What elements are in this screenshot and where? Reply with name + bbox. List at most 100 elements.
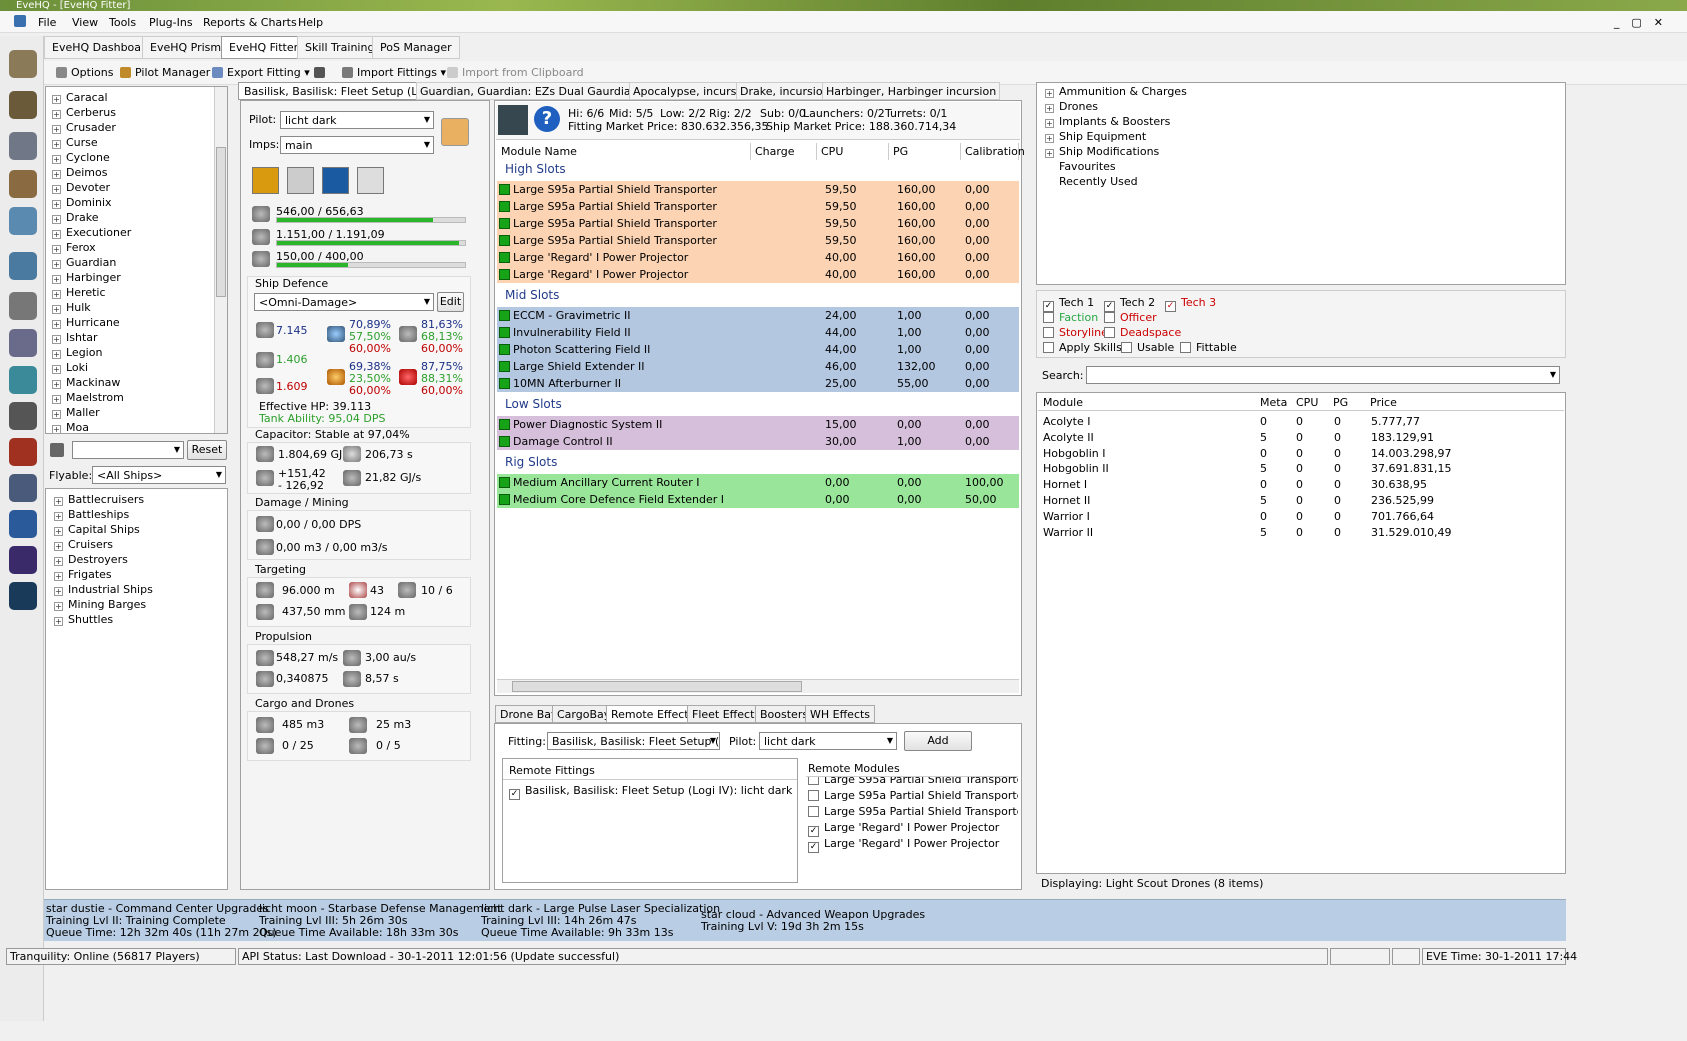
class-tree-item[interactable]: + Frigates [54, 567, 227, 582]
list-col-meta[interactable]: Meta [1260, 396, 1287, 409]
tab-fleet-effects[interactable]: Fleet Effects [687, 705, 766, 723]
module-row[interactable]: Large S95a Partial Shield Transporter 59,… [497, 198, 1019, 215]
list-col-pg[interactable]: PG [1333, 396, 1348, 409]
module-row[interactable]: Damage Control II 30,00 1,00 0,00 [497, 433, 1019, 450]
import-clipboard-button[interactable]: Import from Clipboard [447, 66, 584, 79]
expand-icon[interactable]: + [52, 275, 61, 284]
training-entry[interactable]: licht moon - Starbase Defense Management… [259, 903, 502, 939]
module-row[interactable]: Large S95a Partial Shield Transporter 59,… [497, 181, 1019, 198]
class-tree-item[interactable]: + Mining Barges [54, 597, 227, 612]
market-list-row[interactable]: Hobgoblin II 5 0 0 37.691.831,15 [1041, 461, 1563, 477]
market-tree-item[interactable]: + Ship Modifications [1045, 144, 1565, 159]
tab-fitter[interactable]: EveHQ Fitter [221, 36, 307, 59]
module-row[interactable]: Invulnerability Field II 44,00 1,00 0,00 [497, 324, 1019, 341]
market-list-row[interactable]: Acolyte I 0 0 0 5.777,77 [1041, 414, 1563, 430]
tab-wh-effects[interactable]: WH Effects [805, 705, 876, 723]
expand-icon[interactable]: + [52, 350, 61, 359]
expand-icon[interactable]: + [1045, 89, 1054, 98]
booster-icon[interactable] [322, 167, 349, 194]
ship-tree-item[interactable]: + Hurricane [52, 315, 227, 330]
remote-fitting-select[interactable]: Basilisk, Basilisk: Fleet Setup (Logi [547, 732, 720, 750]
ship-tree-item[interactable]: + Legion [52, 345, 227, 360]
box-icon[interactable] [9, 402, 37, 430]
expand-icon[interactable]: + [52, 185, 61, 194]
module-row[interactable]: Photon Scattering Field II 44,00 1,00 0,00 [497, 341, 1019, 358]
list-col-module[interactable]: Module [1043, 396, 1083, 409]
market-list-row[interactable]: Hobgoblin I 0 0 0 14.003.298,97 [1041, 446, 1563, 462]
col-calibration[interactable]: Calibration [961, 143, 1025, 160]
expand-icon[interactable]: + [52, 365, 61, 374]
menu-reports[interactable]: Reports & Charts [203, 16, 297, 29]
module-row[interactable]: Power Diagnostic System II 15,00 0,00 0,00 [497, 416, 1019, 433]
expand-icon[interactable]: + [52, 245, 61, 254]
officer-filter[interactable]: Officer [1104, 311, 1157, 324]
class-tree-item[interactable]: + Destroyers [54, 552, 227, 567]
module-row[interactable]: 10MN Afterburner II 25,00 55,00 0,00 [497, 375, 1019, 392]
fittable-filter[interactable]: Fittable [1180, 341, 1237, 354]
market-tree-item[interactable]: Favourites [1045, 159, 1565, 174]
expand-icon[interactable]: + [52, 170, 61, 179]
tab-remote-effects[interactable]: Remote Effects [606, 705, 700, 723]
market-list-row[interactable]: Hornet II 5 0 0 236.525,99 [1041, 493, 1563, 509]
expand-icon[interactable]: + [54, 527, 63, 536]
ship-tree-item[interactable]: + Executioner [52, 225, 227, 240]
expand-icon[interactable]: + [54, 602, 63, 611]
class-tree-item[interactable]: + Cruisers [54, 537, 227, 552]
market-list-row[interactable]: Acolyte II 5 0 0 183.129,91 [1041, 430, 1563, 446]
menu-tools[interactable]: Tools [109, 16, 136, 29]
expand-icon[interactable]: + [54, 557, 63, 566]
storyline-filter[interactable]: Storyline [1043, 326, 1108, 339]
module-row[interactable]: Large Shield Extender II 46,00 132,00 0,00 [497, 358, 1019, 375]
mail-icon[interactable] [9, 207, 37, 235]
ship-tree-item[interactable]: + Caracal [52, 90, 227, 105]
fitting-hscrollbar[interactable] [497, 679, 1019, 693]
ship-tree-item[interactable]: + Devoter [52, 180, 227, 195]
window-controls-icon[interactable]: _▢✕ [1614, 16, 1675, 29]
ship-tree-item[interactable]: + Crusader [52, 120, 227, 135]
imps-select[interactable]: main [280, 136, 434, 154]
module-search-input[interactable] [1086, 366, 1560, 384]
expand-icon[interactable]: + [52, 230, 61, 239]
tech3-filter[interactable]: ✓ Tech 3 [1165, 296, 1216, 312]
damage-profile-select[interactable]: <Omni-Damage> [254, 293, 434, 311]
target-icon[interactable] [9, 438, 37, 466]
class-tree-item[interactable]: + Industrial Ships [54, 582, 227, 597]
market-tree-item[interactable]: + Ship Equipment [1045, 129, 1565, 144]
module-row[interactable]: Medium Ancillary Current Router I 0,00 0,0… [497, 474, 1019, 491]
expand-icon[interactable]: + [52, 95, 61, 104]
ship-tree-item[interactable]: + Cerberus [52, 105, 227, 120]
export-fitting-button[interactable]: Export Fitting ▾ [212, 66, 310, 79]
remote-module-item[interactable]: Large S95a Partial Shield Transporter [806, 788, 1018, 804]
market-list-row[interactable]: Warrior II 5 0 0 31.529.010,49 [1041, 525, 1563, 541]
tab-skill-training[interactable]: Skill Training [297, 36, 383, 59]
tab-pos-manager[interactable]: PoS Manager [372, 36, 460, 59]
menu-file[interactable]: File [38, 16, 56, 29]
module-row[interactable]: ECCM - Gravimetric II 24,00 1,00 0,00 [497, 307, 1019, 324]
expand-icon[interactable]: + [54, 587, 63, 596]
market-tree-item[interactable]: + Ammunition & Charges [1045, 84, 1565, 99]
options-button[interactable]: Options [56, 66, 113, 79]
training-entry[interactable]: licht dark - Large Pulse Laser Specializ… [481, 903, 720, 939]
ship-search-input[interactable] [72, 441, 184, 459]
market-tree-item[interactable]: + Drones [1045, 99, 1565, 114]
sword-icon[interactable] [9, 329, 37, 357]
module-row[interactable]: Medium Core Defence Field Extender I 0,00… [497, 491, 1019, 508]
checkbox-icon[interactable]: ✓ [509, 789, 520, 800]
ship-tree-item[interactable]: + Drake [52, 210, 227, 225]
remote-module-item[interactable]: Large S95a Partial Shield Transporter [806, 777, 1018, 788]
menu-help[interactable]: Help [298, 16, 323, 29]
expand-icon[interactable]: + [54, 572, 63, 581]
ship-tree-item[interactable]: + Guardian [52, 255, 227, 270]
ship-tree-scrollbar[interactable] [214, 87, 227, 433]
add-remote-button[interactable]: Add [904, 731, 972, 751]
edit-profile-button[interactable]: Edit [437, 292, 464, 312]
module-row[interactable]: Large 'Regard' I Power Projector 40,00 160… [497, 249, 1019, 266]
skull-icon[interactable] [252, 167, 279, 194]
expand-icon[interactable]: + [52, 110, 61, 119]
nebula-icon[interactable] [9, 582, 37, 610]
deadspace-filter[interactable]: Deadspace [1104, 326, 1181, 339]
expand-icon[interactable]: + [52, 395, 61, 404]
ship-tree-item[interactable]: + Harbinger [52, 270, 227, 285]
ship-tree-item[interactable]: + Deimos [52, 165, 227, 180]
expand-icon[interactable]: + [52, 305, 61, 314]
